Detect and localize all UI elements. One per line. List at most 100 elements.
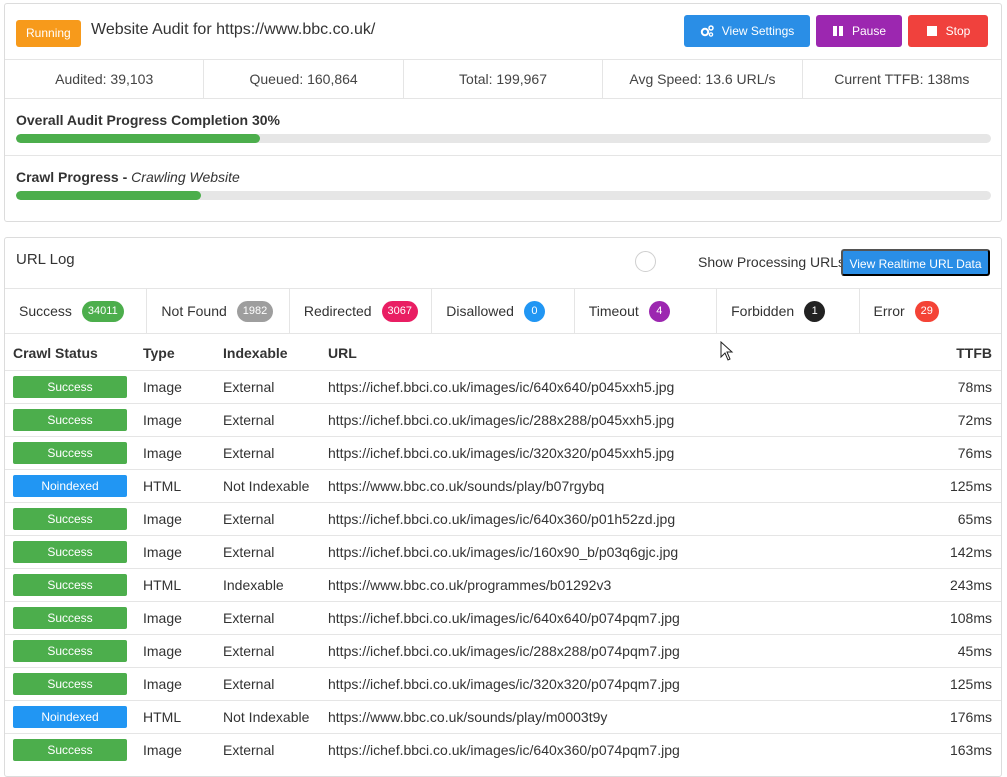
cell-crawl-status: Success: [5, 600, 135, 634]
status-pill: Success: [13, 606, 127, 629]
status-pill: Success: [13, 507, 127, 530]
cell-type: Image: [135, 369, 215, 403]
cell-crawl-status: Success: [5, 666, 135, 700]
status-pill: Success: [13, 573, 127, 596]
cell-crawl-status: Success: [5, 501, 135, 535]
cell-url: https://www.bbc.co.uk/sounds/play/b07rgy…: [320, 468, 907, 502]
gears-icon: [700, 25, 714, 37]
status-badge: Running: [16, 20, 81, 47]
filter-tab-error[interactable]: Error 29: [860, 289, 1001, 333]
cell-ttfb: 176ms: [906, 699, 1001, 733]
stop-button[interactable]: Stop: [908, 15, 988, 47]
cell-crawl-status: Noindexed: [5, 699, 135, 733]
table-row[interactable]: Success Image External https://ichef.bbci.c…: [5, 633, 1001, 667]
filter-tab-label: Not Found: [161, 303, 227, 319]
cell-type: HTML: [135, 699, 215, 733]
table-header-row: Crawl Status Type Indexable URL TTFB: [5, 337, 1001, 370]
cell-url: https://ichef.bbci.co.uk/images/ic/640x3…: [320, 732, 907, 766]
cell-type: Image: [135, 435, 215, 469]
filter-tab-disallowed[interactable]: Disallowed 0: [432, 289, 575, 333]
url-log-title: URL Log: [16, 251, 75, 268]
pause-button[interactable]: Pause: [816, 15, 902, 47]
cell-url: https://ichef.bbci.co.uk/images/ic/288x2…: [320, 633, 907, 667]
cell-ttfb: 76ms: [906, 435, 1001, 469]
cell-ttfb: 163ms: [906, 732, 1001, 766]
cell-crawl-status: Success: [5, 732, 135, 766]
status-pill: Success: [13, 441, 127, 464]
col-ttfb[interactable]: TTFB: [907, 337, 1001, 370]
status-pill: Success: [13, 408, 127, 431]
view-settings-button[interactable]: View Settings: [684, 15, 810, 47]
filter-tab-not-found[interactable]: Not Found 1982: [147, 289, 290, 333]
filter-tab-timeout[interactable]: Timeout 4: [575, 289, 718, 333]
cell-indexable: External: [215, 435, 320, 469]
cell-type: Image: [135, 402, 215, 436]
view-realtime-url-data-button[interactable]: View Realtime URL Data: [841, 249, 990, 276]
filter-tab-forbidden[interactable]: Forbidden 1: [717, 289, 860, 333]
stat-ttfb: Current TTFB: 138ms: [834, 71, 970, 87]
table-row[interactable]: Success Image External https://ichef.bbci.c…: [5, 600, 1001, 634]
table-row[interactable]: Success Image External https://ichef.bbci.c…: [5, 666, 1001, 700]
stat-queued: Queued: 160,864: [204, 60, 404, 98]
table-row[interactable]: Noindexed HTML Not Indexable https://www.bb…: [5, 468, 1001, 502]
cell-url: https://www.bbc.co.uk/programmes/b01292v…: [320, 567, 907, 601]
status-pill: Success: [13, 540, 127, 563]
stats-bar: Audited: 39,103 Queued: 160,864 Total: 1…: [5, 59, 1001, 99]
col-indexable[interactable]: Indexable: [215, 337, 320, 370]
table-row[interactable]: Success Image External https://ichef.bbci.c…: [5, 369, 1001, 403]
col-type[interactable]: Type: [135, 337, 215, 370]
table-row[interactable]: Noindexed HTML Not Indexable https://www.bb…: [5, 699, 1001, 733]
cell-url: https://ichef.bbci.co.uk/images/ic/640x3…: [320, 501, 907, 535]
cell-crawl-status: Success: [5, 534, 135, 568]
table-row[interactable]: Success Image External https://ichef.bbci.c…: [5, 732, 1001, 766]
cell-indexable: External: [215, 534, 320, 568]
processing-urls-toggle[interactable]: [635, 251, 656, 272]
filter-tab-redirected[interactable]: Redirected 3067: [290, 289, 433, 333]
stat-audited: Audited: 39,103: [5, 60, 205, 98]
cell-ttfb: 125ms: [906, 468, 1001, 502]
count-badge: 0: [523, 300, 545, 322]
col-url[interactable]: URL: [320, 337, 907, 370]
table-row[interactable]: Success HTML Indexable https://www.bbc.co.u…: [5, 567, 1001, 601]
page-title: Website Audit for https://www.bbc.co.uk/: [91, 21, 376, 38]
count-badge: 29: [914, 300, 939, 322]
cell-crawl-status: Success: [5, 435, 135, 469]
audit-header: Running Website Audit for https://www.bb…: [5, 4, 1001, 59]
cell-crawl-status: Success: [5, 402, 135, 436]
view-settings-label: View Settings: [721, 24, 795, 38]
cell-type: Image: [135, 633, 215, 667]
pause-label: Pause: [851, 24, 887, 38]
count-badge: 4: [648, 300, 670, 322]
cell-ttfb: 125ms: [906, 666, 1001, 700]
filter-tab-label: Timeout: [588, 303, 639, 319]
cell-indexable: External: [215, 501, 320, 535]
cell-ttfb: 142ms: [906, 534, 1001, 568]
table-row[interactable]: Success Image External https://ichef.bbci.c…: [5, 534, 1001, 568]
cell-indexable: External: [215, 402, 320, 436]
cell-ttfb: 65ms: [906, 501, 1001, 535]
count-badge: 3067: [381, 300, 419, 322]
cell-type: Image: [135, 600, 215, 634]
table-row[interactable]: Success Image External https://ichef.bbci.c…: [5, 435, 1001, 469]
table-row[interactable]: Success Image External https://ichef.bbci.c…: [5, 402, 1001, 436]
cell-url: https://www.bbc.co.uk/sounds/play/m0003t…: [320, 699, 907, 733]
filter-tab-label: Error: [873, 303, 905, 319]
cell-url: https://ichef.bbci.co.uk/images/ic/288x2…: [320, 402, 907, 436]
cell-url: https://ichef.bbci.co.uk/images/ic/640x6…: [320, 369, 907, 403]
cell-crawl-status: Noindexed: [5, 468, 135, 502]
cell-url: https://ichef.bbci.co.uk/images/ic/320x3…: [320, 435, 907, 469]
stop-label: Stop: [945, 24, 971, 38]
status-pill: Noindexed: [13, 705, 127, 728]
filter-tab-label: Disallowed: [446, 303, 514, 319]
table-row[interactable]: Success Image External https://ichef.bbci.c…: [5, 501, 1001, 535]
status-pill: Success: [13, 672, 127, 695]
status-filter-tabs: Success 34011 Not Found 1982 Redirected 3067 D…: [5, 288, 1001, 334]
filter-tab-success[interactable]: Success 34011: [5, 289, 148, 333]
cell-ttfb: 45ms: [906, 633, 1001, 667]
crawl-progress-fill: [16, 191, 202, 200]
col-crawl-status[interactable]: Crawl Status: [5, 337, 135, 370]
crawl-progress: Crawl Progress - Crawling Website: [16, 169, 991, 200]
cell-crawl-status: Success: [5, 633, 135, 667]
cell-crawl-status: Success: [5, 567, 135, 601]
audit-panel: Running Website Audit for https://www.bb…: [4, 3, 1002, 222]
